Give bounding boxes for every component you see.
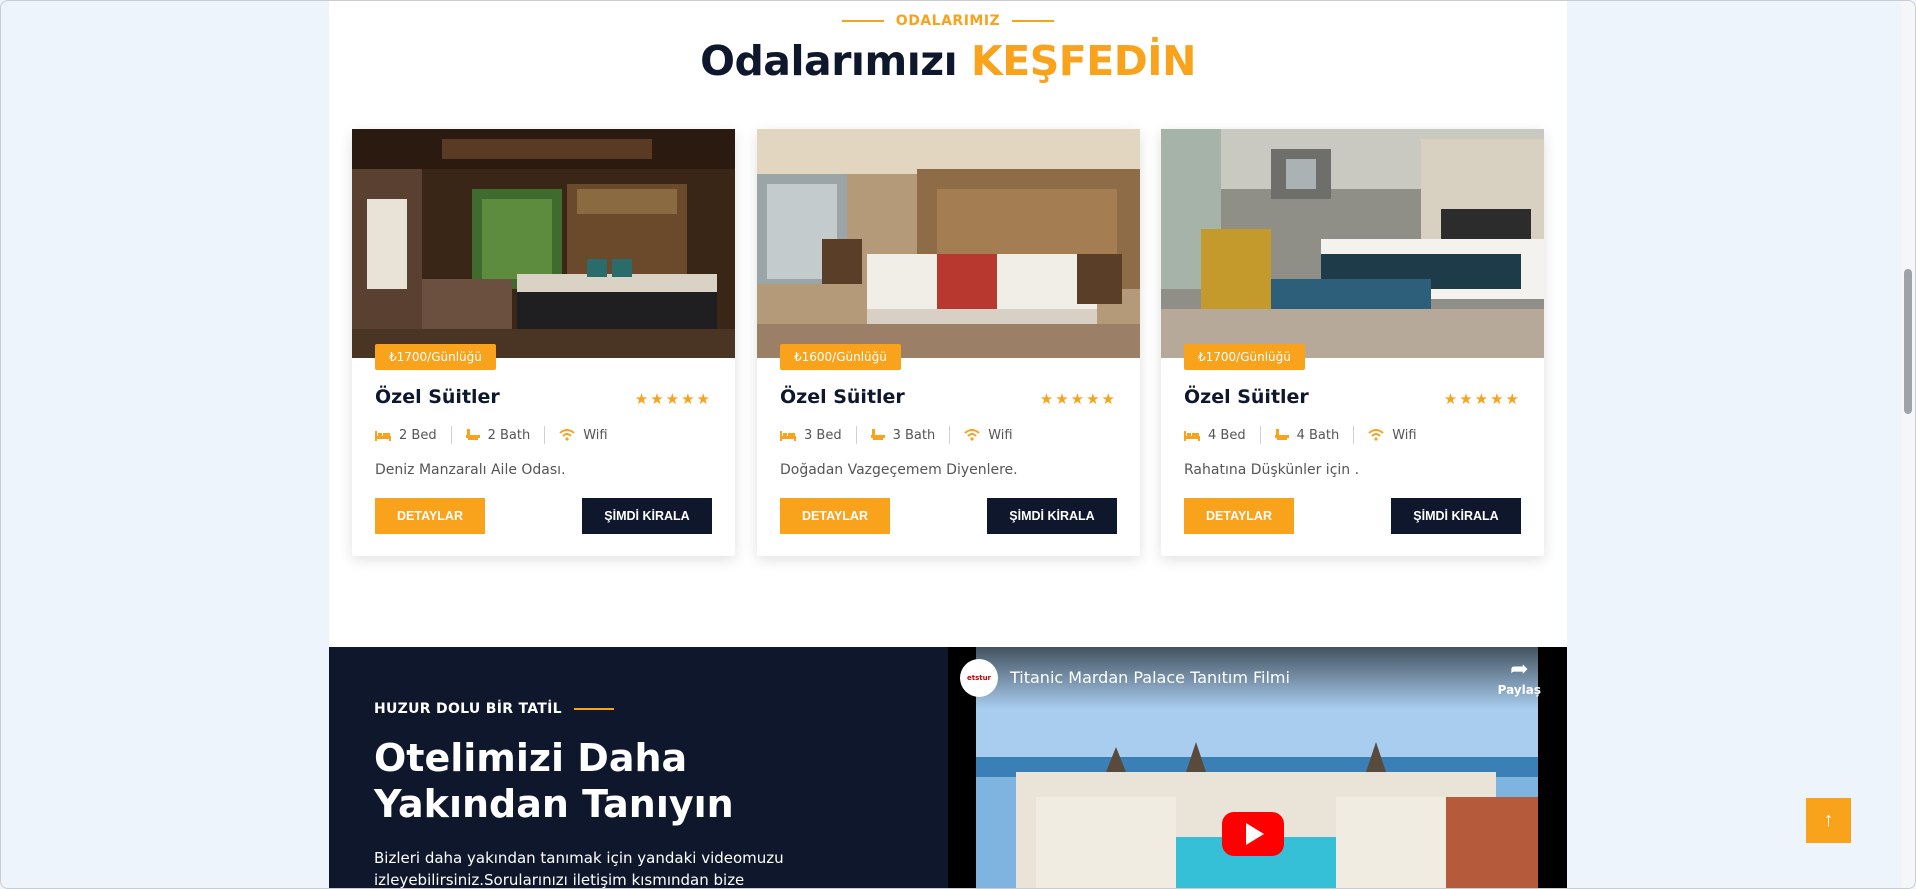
- beds-label: 3 Bed: [804, 427, 842, 443]
- about-heading: Otelimizi Daha Yakından Tanıyın: [374, 736, 734, 826]
- page-content: ODALARIMIZ Odalarımızı KEŞFEDİN ₺1700/Gü…: [329, 1, 1567, 889]
- arrow-up-icon: ↑: [1823, 809, 1834, 831]
- feature-wifi: Wifi: [559, 426, 621, 444]
- share-icon: ➦: [1510, 657, 1529, 682]
- wifi-label: Wifi: [1392, 427, 1417, 443]
- video-title[interactable]: Titanic Mardan Palace Tanıtım Filmi: [1010, 668, 1290, 687]
- room-photo[interactable]: [1161, 129, 1544, 358]
- room-title[interactable]: Özel Süitler: [780, 386, 905, 408]
- feature-wifi: Wifi: [964, 426, 1026, 444]
- feature-wifi: Wifi: [1368, 426, 1430, 444]
- details-button[interactable]: DETAYLAR: [1184, 498, 1294, 534]
- room-photo[interactable]: [757, 129, 1140, 358]
- details-button[interactable]: DETAYLAR: [780, 498, 890, 534]
- rating-stars: ★★★★★: [1443, 390, 1521, 408]
- room-photo[interactable]: [352, 129, 735, 358]
- bath-icon: [465, 429, 480, 441]
- room-title[interactable]: Özel Süitler: [1184, 386, 1309, 408]
- details-button[interactable]: DETAYLAR: [375, 498, 485, 534]
- room-description: Deniz Manzaralı Aile Odası.: [375, 462, 566, 478]
- share-label: Paylaş: [1497, 683, 1541, 697]
- eyebrow-line-right: [1012, 20, 1055, 22]
- bed-icon: [780, 429, 796, 441]
- rooms-section-header: ODALARIMIZ Odalarımızı KEŞFEDİN: [329, 1, 1567, 111]
- eyebrow-text: ODALARIMIZ: [895, 13, 1001, 29]
- bath-icon: [870, 429, 885, 441]
- share-button[interactable]: ➦ Paylaş: [1497, 657, 1541, 698]
- channel-logo[interactable]: etstur: [960, 659, 998, 697]
- baths-label: 2 Bath: [487, 427, 531, 443]
- wifi-label: Wifi: [988, 427, 1013, 443]
- wifi-label: Wifi: [583, 427, 608, 443]
- bath-icon: [1274, 429, 1289, 441]
- room-title[interactable]: Özel Süitler: [375, 386, 500, 408]
- browser-viewport: ODALARIMIZ Odalarımızı KEŞFEDİN ₺1700/Gü…: [0, 0, 1916, 889]
- feature-beds: 2 Bed: [375, 426, 452, 444]
- feature-baths: 2 Bath: [465, 426, 546, 444]
- section-eyebrow: ODALARIMIZ: [329, 13, 1567, 29]
- wifi-icon: [964, 429, 980, 441]
- scrollbar-thumb[interactable]: [1904, 269, 1912, 414]
- bed-icon: [375, 429, 391, 441]
- rent-now-button[interactable]: ŞİMDİ KİRALA: [1391, 498, 1521, 534]
- about-eyebrow-line: [573, 708, 614, 710]
- scroll-to-top-button[interactable]: ↑: [1806, 798, 1851, 843]
- beds-label: 2 Bed: [399, 427, 437, 443]
- price-badge: ₺1700/Günlüğü: [1184, 344, 1305, 370]
- feature-baths: 4 Bath: [1274, 426, 1355, 444]
- room-card: ₺1700/Günlüğü Özel Süitler ★★★★★ 4 Bed 4…: [1161, 129, 1544, 556]
- scrollbar[interactable]: [1901, 1, 1915, 888]
- rent-now-button[interactable]: ŞİMDİ KİRALA: [582, 498, 712, 534]
- video-embed[interactable]: etstur Titanic Mardan Palace Tanıtım Fil…: [948, 647, 1567, 888]
- room-card: ₺1700/Günlüğü Özel Süitler ★★★★★ 2 Bed 2…: [352, 129, 735, 556]
- room-card: ₺1600/Günlüğü Özel Süitler ★★★★★ 3 Bed 3…: [757, 129, 1140, 556]
- price-badge: ₺1600/Günlüğü: [780, 344, 901, 370]
- title-accent: KEŞFEDİN: [970, 37, 1196, 85]
- play-icon: [1246, 823, 1264, 845]
- feature-beds: 4 Bed: [1184, 426, 1261, 444]
- wifi-icon: [1368, 429, 1384, 441]
- room-features: 2 Bed 2 Bath Wifi: [375, 425, 636, 445]
- title-main: Odalarımızı: [700, 37, 958, 85]
- eyebrow-line-left: [841, 20, 884, 22]
- about-eyebrow-text: HUZUR DOLU BİR TATİL: [374, 701, 562, 717]
- room-description: Rahatına Düşkünler için .: [1184, 462, 1360, 478]
- about-section: HUZUR DOLU BİR TATİL Otelimizi Daha Yakı…: [329, 647, 1567, 889]
- rating-stars: ★★★★★: [634, 390, 712, 408]
- room-description: Doğadan Vazgeçemem Diyenlere.: [780, 462, 1018, 478]
- rent-now-button[interactable]: ŞİMDİ KİRALA: [987, 498, 1117, 534]
- about-eyebrow: HUZUR DOLU BİR TATİL: [374, 701, 614, 717]
- beds-label: 4 Bed: [1208, 427, 1246, 443]
- feature-beds: 3 Bed: [780, 426, 857, 444]
- room-features: 4 Bed 4 Bath Wifi: [1184, 425, 1445, 445]
- room-features: 3 Bed 3 Bath Wifi: [780, 425, 1041, 445]
- baths-label: 4 Bath: [1296, 427, 1340, 443]
- price-badge: ₺1700/Günlüğü: [375, 344, 496, 370]
- wifi-icon: [559, 429, 575, 441]
- bed-icon: [1184, 429, 1200, 441]
- baths-label: 3 Bath: [892, 427, 936, 443]
- about-paragraph: Bizleri daha yakından tanımak için yanda…: [374, 849, 784, 889]
- section-title: Odalarımızı KEŞFEDİN: [329, 37, 1567, 85]
- play-button[interactable]: [1222, 812, 1284, 856]
- feature-baths: 3 Bath: [870, 426, 951, 444]
- rating-stars: ★★★★★: [1039, 390, 1117, 408]
